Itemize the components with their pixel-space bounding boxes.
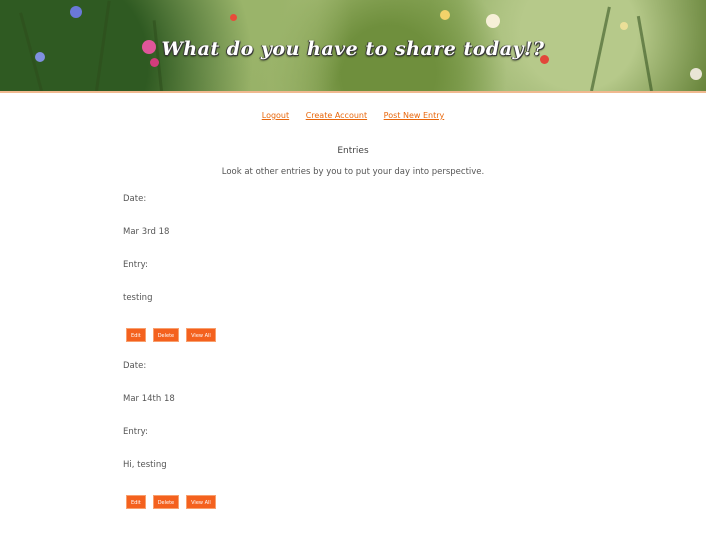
logout-link[interactable]: Logout: [262, 111, 289, 120]
entries-subtitle: Look at other entries by you to put your…: [221, 167, 485, 177]
delete-button[interactable]: Delete: [152, 495, 180, 509]
entry-date: Mar 3rd 18: [123, 227, 170, 237]
create-account-link[interactable]: Create Account: [306, 111, 367, 120]
page-title: What do you have to share today!?: [161, 38, 545, 60]
entry-actions: Edit Delete View All: [126, 495, 223, 509]
view-all-button[interactable]: View All: [186, 495, 216, 509]
edit-button[interactable]: Edit: [126, 495, 146, 509]
entry-date-label: Date:: [123, 194, 147, 204]
top-nav: Logout Create Account Post New Entry: [0, 111, 706, 120]
delete-button[interactable]: Delete: [152, 328, 180, 342]
entry-text-label: Entry:: [123, 260, 148, 270]
entry-text-label: Entry:: [123, 427, 148, 437]
view-all-button[interactable]: View All: [186, 328, 216, 342]
edit-button[interactable]: Edit: [126, 328, 146, 342]
entry-date-label: Date:: [123, 361, 147, 371]
header-banner: What do you have to share today!?: [0, 0, 706, 91]
entry-actions: Edit Delete View All: [126, 328, 223, 342]
entry-date: Mar 14th 18: [123, 394, 175, 404]
entry-text: Hi, testing: [123, 460, 167, 470]
entry-text: testing: [123, 293, 153, 303]
entries-heading: Entries: [337, 146, 369, 156]
banner-divider: [0, 91, 706, 93]
post-new-entry-link[interactable]: Post New Entry: [384, 111, 445, 120]
